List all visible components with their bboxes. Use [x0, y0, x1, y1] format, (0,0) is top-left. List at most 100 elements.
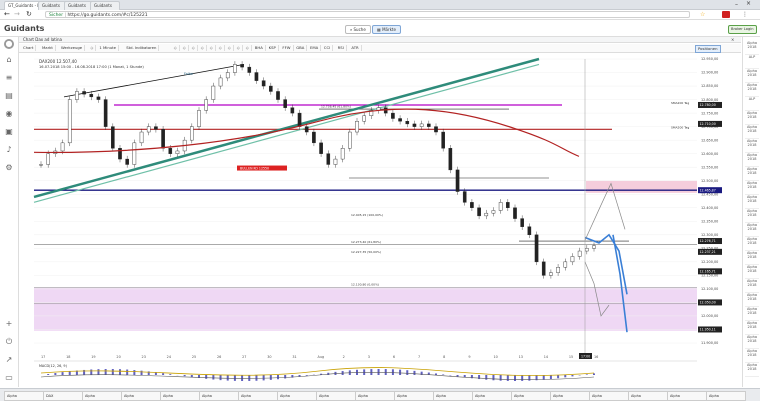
- price-tick: 12.350,00: [701, 219, 718, 223]
- power-icon[interactable]: ⏻: [4, 337, 14, 347]
- eye-icon[interactable]: ◉: [4, 109, 14, 119]
- candle: [284, 100, 287, 108]
- alert-item[interactable]: Alpha 2018: [745, 195, 759, 209]
- macd-bar: [435, 373, 437, 375]
- toolbar-item[interactable]: Werkzeuge: [59, 45, 85, 51]
- macd-bar: [277, 375, 279, 379]
- browser-tab[interactable]: GT_Guidants - Kommen: [4, 1, 42, 10]
- x-tick: 16: [594, 355, 598, 359]
- alert-item[interactable]: Alpha 2018: [745, 41, 759, 55]
- toolbar-item[interactable]: ATR: [349, 45, 361, 51]
- broker-login-button[interactable]: Broker Login: [728, 25, 757, 34]
- sma-curve: [34, 109, 579, 156]
- toolbar-item[interactable]: FFW: [280, 45, 293, 51]
- macd-bar: [521, 375, 523, 381]
- minimize-icon[interactable]: –: [735, 1, 738, 8]
- macd-signal: [41, 368, 594, 376]
- candle: [305, 127, 308, 132]
- toolbar-item[interactable]: ◇: [181, 45, 189, 51]
- macd-bar: [234, 375, 236, 381]
- toolbar-item[interactable]: ◇: [217, 45, 225, 51]
- x-tick: 2: [343, 355, 345, 359]
- folder-icon[interactable]: ▭: [4, 373, 14, 383]
- arrow-icon[interactable]: ↗: [4, 355, 14, 365]
- price-marker-label: 12.237,21: [700, 250, 716, 254]
- alert-item[interactable]: Alpha 2018: [745, 209, 759, 223]
- toolbar-item[interactable]: ◇: [208, 45, 216, 51]
- toolbar-item[interactable]: ◇: [172, 45, 180, 51]
- back-icon[interactable]: ←: [4, 10, 10, 18]
- macd-bar: [270, 375, 272, 380]
- toolbar-item[interactable]: ◇: [226, 45, 234, 51]
- macd-bar: [162, 373, 164, 375]
- alert-item[interactable]: Alpha 2018: [745, 251, 759, 265]
- alert-item[interactable]: ALP: [745, 55, 759, 69]
- candle: [406, 121, 409, 124]
- alert-item[interactable]: Alpha 2018: [745, 349, 759, 363]
- positions-button[interactable]: Positionen: [695, 45, 721, 53]
- star-icon[interactable]: ☆: [700, 11, 705, 18]
- alert-item[interactable]: Alpha 2018: [745, 69, 759, 83]
- settings-icon[interactable]: ⚙: [4, 163, 14, 173]
- toolbar-item[interactable]: ◇: [235, 45, 243, 51]
- toolbar-item[interactable]: RSI: [336, 45, 347, 51]
- toolbar-item[interactable]: ◇: [244, 45, 252, 51]
- price-tick: 12.600,00: [701, 152, 718, 156]
- toolbar-item[interactable]: BHA: [253, 45, 266, 51]
- forward-icon[interactable]: →: [14, 10, 20, 18]
- toolbar-item[interactable]: ◇: [199, 45, 207, 51]
- close-chart-icon[interactable]: ×: [731, 37, 734, 43]
- alert-item[interactable]: Alpha 2018: [745, 265, 759, 279]
- toolbar-item[interactable]: ◇: [88, 45, 96, 51]
- alert-item[interactable]: Alpha 2018: [745, 363, 759, 377]
- app-logo[interactable]: Guidants: [4, 24, 44, 33]
- macd-bar: [514, 375, 516, 381]
- alert-item[interactable]: Alpha 2018: [745, 167, 759, 181]
- alert-item[interactable]: Alpha 2018: [745, 125, 759, 139]
- alert-item[interactable]: Alpha 2018: [745, 223, 759, 237]
- alert-item[interactable]: Alpha 2018: [745, 335, 759, 349]
- macd-bar: [507, 375, 509, 381]
- browser-menu-icon[interactable]: ⋮: [742, 11, 748, 18]
- alert-item[interactable]: Alpha 2018: [745, 111, 759, 125]
- bell-icon[interactable]: ♪: [4, 145, 14, 155]
- alert-item[interactable]: Alpha 2018: [745, 181, 759, 195]
- x-tick: 27: [242, 355, 246, 359]
- macd-bar: [485, 375, 487, 380]
- reload-icon[interactable]: ↻: [26, 10, 32, 18]
- search-button[interactable]: ⌕ Suche: [345, 25, 371, 34]
- alert-item[interactable]: Alpha 2018: [745, 139, 759, 153]
- url-field[interactable]: Sicher | https://go.guidants.com/#c/1252…: [45, 11, 690, 18]
- toolbar-item[interactable]: 1 Minute: [97, 45, 119, 51]
- briefcase-icon[interactable]: ▣: [4, 127, 14, 137]
- user-icon[interactable]: ●: [4, 39, 14, 49]
- alert-item[interactable]: Alpha 2018: [745, 293, 759, 307]
- close-icon[interactable]: ×: [746, 0, 751, 7]
- menu-icon[interactable]: ≡: [4, 73, 14, 83]
- alert-item[interactable]: Alpha 2018: [745, 321, 759, 335]
- toolbar-item[interactable]: CCI: [322, 45, 333, 51]
- x-tick: 30: [267, 355, 271, 359]
- toolbar-item[interactable]: Markt: [40, 45, 56, 51]
- candle: [492, 210, 495, 213]
- alert-item[interactable]: ALP: [745, 97, 759, 111]
- toolbar-item[interactable]: Std. Indikatoren: [124, 45, 159, 51]
- plus-icon[interactable]: +: [4, 319, 14, 329]
- alert-item[interactable]: Alpha 2018: [745, 83, 759, 97]
- alert-item[interactable]: Alpha 2018: [745, 279, 759, 293]
- home-icon[interactable]: ⌂: [4, 55, 14, 65]
- markets-button[interactable]: ▦ Märkte: [372, 25, 401, 34]
- toolbar-item[interactable]: KSP: [267, 45, 279, 51]
- extension-icon[interactable]: [722, 11, 730, 18]
- browser-tab[interactable]: Guidants: [90, 1, 120, 10]
- toolbar-item[interactable]: ◇: [190, 45, 198, 51]
- toolbar-item[interactable]: Chart: [21, 45, 36, 51]
- price-chart[interactable]: DAX200 12.507,4016.07.2018 15:00 - 16.08…: [19, 53, 741, 388]
- toolbar-item[interactable]: EMA: [308, 45, 321, 51]
- app-header: Guidants ⌕ Suche ▦ Märkte Broker Login: [0, 22, 760, 37]
- alert-item[interactable]: Alpha 2018: [745, 307, 759, 321]
- alert-item[interactable]: Alpha 2018: [745, 153, 759, 167]
- toolbar-item[interactable]: GBA: [294, 45, 307, 51]
- chart-icon[interactable]: ▤: [4, 91, 14, 101]
- alert-item[interactable]: Alpha 2018: [745, 237, 759, 251]
